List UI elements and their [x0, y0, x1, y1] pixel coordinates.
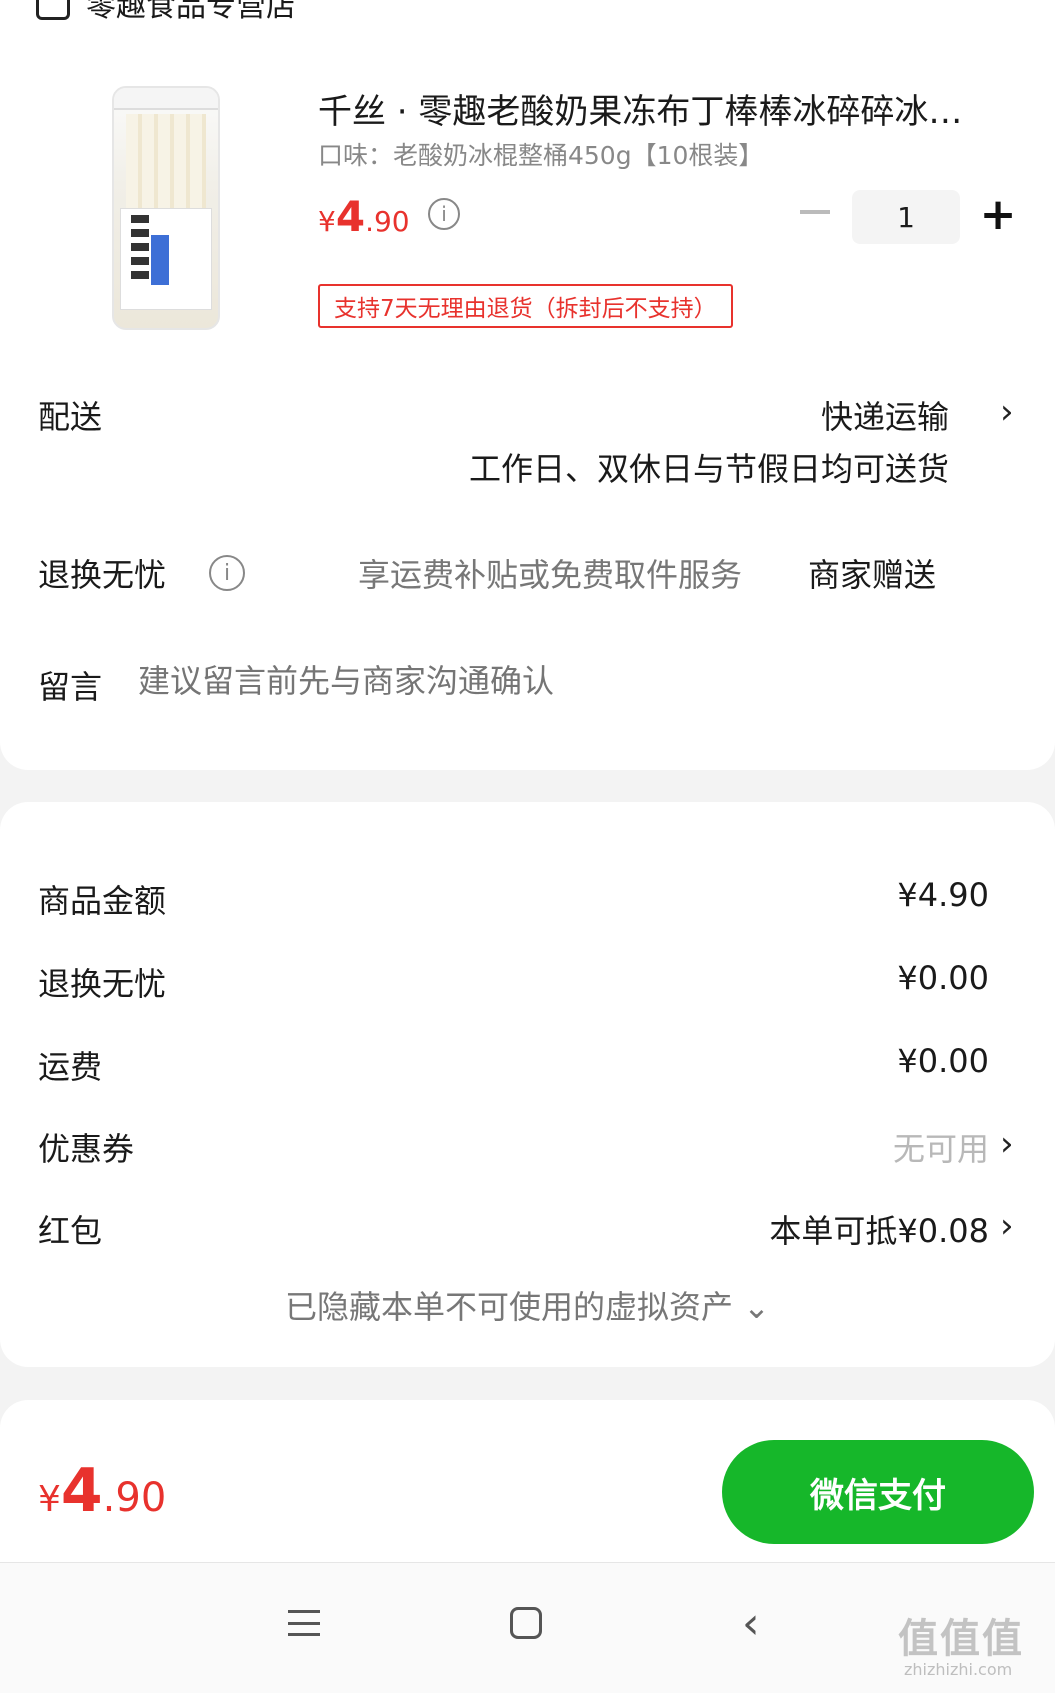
- return-fee-label: 退换无忧: [38, 965, 167, 1003]
- chevron-right-icon[interactable]: ›: [1000, 1206, 1014, 1246]
- coupon-value[interactable]: 无可用: [893, 1124, 989, 1170]
- shipping-value: ¥0.00: [897, 1042, 989, 1080]
- home-icon[interactable]: [510, 1607, 542, 1639]
- delivery-label: 配送: [38, 398, 103, 436]
- product-title[interactable]: 千丝 · 零趣老酸奶果冻布丁棒棒冰碎碎冰…: [318, 84, 998, 133]
- hidden-assets-toggle[interactable]: 已隐藏本单不可使用的虚拟资产 ⌄: [0, 1282, 1055, 1328]
- wechat-pay-button[interactable]: 微信支付: [722, 1440, 1034, 1544]
- watermark-logo: 值值值: [898, 1616, 1024, 1662]
- back-icon[interactable]: ‹: [742, 1598, 760, 1649]
- goods-amount-value: ¥4.90: [897, 876, 989, 914]
- shipping-label: 运费: [38, 1048, 103, 1086]
- info-icon[interactable]: i: [209, 555, 245, 591]
- return-service-value: 商家赠送: [808, 556, 937, 594]
- return-policy-badge: 支持7天无理由退货（拆封后不支持）: [318, 284, 733, 328]
- return-service-desc: 享运费补贴或免费取件服务: [358, 556, 743, 594]
- total-price: ¥ 4 .90: [38, 1456, 167, 1526]
- note-label: 留言: [38, 668, 103, 706]
- delivery-schedule: 工作日、双休日与节假日均可送货: [468, 450, 949, 488]
- quantity-field[interactable]: 1: [852, 190, 960, 244]
- info-icon[interactable]: i: [428, 198, 460, 230]
- product-spec: 口味：老酸奶冰棍整桶450g【10根装】: [318, 141, 764, 170]
- watermark-url: zhizhizhi.com: [904, 1660, 1013, 1679]
- shop-icon: [36, 0, 70, 20]
- note-input[interactable]: [138, 662, 838, 700]
- product-price: ¥ 4 .90: [318, 192, 410, 241]
- coupon-label: 优惠券: [38, 1130, 135, 1168]
- redpacket-label: 红包: [38, 1212, 103, 1250]
- chevron-right-icon[interactable]: ›: [1000, 1124, 1014, 1164]
- goods-amount-label: 商品金额: [38, 882, 167, 920]
- increase-quantity-button[interactable]: +: [978, 193, 1018, 237]
- minus-icon: [800, 210, 830, 214]
- delivery-method[interactable]: 快递运输: [821, 392, 949, 438]
- chevron-right-icon[interactable]: ›: [1000, 392, 1014, 432]
- shop-header[interactable]: 零趣食品专营店: [36, 0, 296, 28]
- menu-icon[interactable]: [288, 1610, 320, 1636]
- return-service-label: 退换无忧: [38, 556, 167, 594]
- decrease-quantity-button[interactable]: [798, 192, 832, 232]
- redpacket-value[interactable]: 本单可抵¥0.08: [769, 1206, 989, 1252]
- return-fee-value: ¥0.00: [897, 959, 989, 997]
- shop-name: 零趣食品专营店: [86, 0, 296, 24]
- product-image[interactable]: [112, 86, 220, 330]
